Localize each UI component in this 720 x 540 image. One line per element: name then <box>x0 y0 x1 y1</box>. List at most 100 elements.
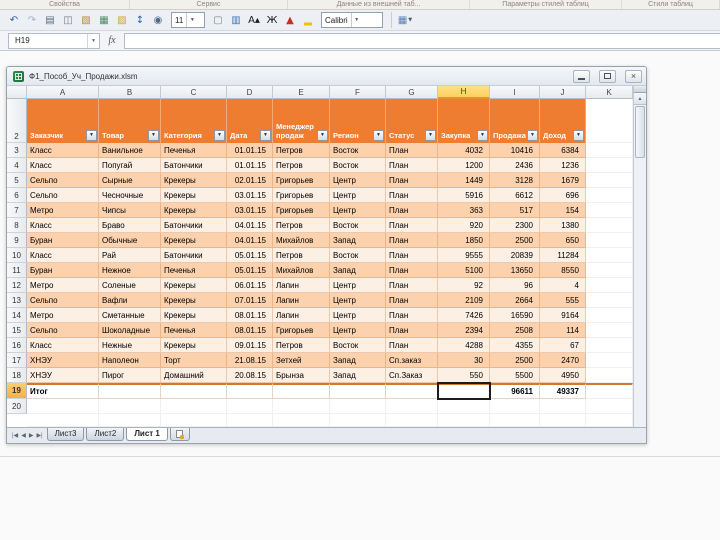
total-label-cell[interactable]: Итог <box>27 383 99 399</box>
column-header[interactable]: H <box>438 86 490 99</box>
cell-empty[interactable] <box>586 203 633 218</box>
cell-customer[interactable]: Класс <box>27 143 99 158</box>
cell-product[interactable]: Чипсы <box>99 203 161 218</box>
ribbon-group-label[interactable]: Параметры стилей таблиц <box>470 0 622 9</box>
cell-purchase[interactable]: 550 <box>438 368 490 383</box>
cell-empty[interactable] <box>586 323 633 338</box>
cell-income[interactable]: 11284 <box>540 248 586 263</box>
sheet-tab[interactable]: Лист2 <box>86 428 125 441</box>
column-header[interactable]: F <box>330 86 386 99</box>
cell-region[interactable]: Запад <box>330 368 386 383</box>
cell-product[interactable]: Сырные <box>99 173 161 188</box>
cell-manager[interactable]: Михайлов <box>273 233 330 248</box>
cell-purchase[interactable]: 920 <box>438 218 490 233</box>
cell-product[interactable]: Нежные <box>99 338 161 353</box>
cell-manager[interactable]: Петров <box>273 248 330 263</box>
border-color-icon[interactable]: ▲ <box>282 12 298 28</box>
cell-purchase[interactable]: 363 <box>438 203 490 218</box>
cell-empty[interactable] <box>586 338 633 353</box>
next-sheet-icon[interactable]: ▶ <box>29 432 34 439</box>
cell-product[interactable]: Пирог <box>99 368 161 383</box>
cell-customer[interactable]: Буран <box>27 233 99 248</box>
cell-region[interactable]: Запад <box>330 263 386 278</box>
cell-customer[interactable]: ХНЭУ <box>27 368 99 383</box>
cell-income[interactable]: 650 <box>540 233 586 248</box>
cell-category[interactable]: Крекеры <box>161 308 227 323</box>
grow-font-icon[interactable]: A▴ <box>246 12 262 28</box>
cell-empty[interactable] <box>586 353 633 368</box>
cell-category[interactable]: Батончики <box>161 158 227 173</box>
chevron-down-icon[interactable]: ▼ <box>350 13 362 27</box>
cell-empty[interactable] <box>161 383 227 399</box>
cell-customer[interactable]: Сельпо <box>27 323 99 338</box>
cell-purchase[interactable]: 5100 <box>438 263 490 278</box>
insert-sheet-tab[interactable] <box>169 428 190 441</box>
cell-customer[interactable]: ХНЭУ <box>27 353 99 368</box>
cell-empty[interactable] <box>586 99 633 143</box>
cell-region[interactable]: Восток <box>330 218 386 233</box>
zoom-icon[interactable]: ◉ <box>150 12 166 28</box>
cell-date[interactable]: 01.01.15 <box>227 143 273 158</box>
chart-icon[interactable]: ▥ <box>228 12 244 28</box>
table-header-cell[interactable]: Доход ▼ <box>540 99 586 143</box>
filter-dropdown-icon[interactable]: ▼ <box>477 130 488 141</box>
cell-category[interactable]: Торт <box>161 353 227 368</box>
table-header-cell[interactable]: Дата ▼ <box>227 99 273 143</box>
cell-date[interactable]: 03.01.15 <box>227 188 273 203</box>
cell-status[interactable]: План <box>386 338 438 353</box>
column-header[interactable]: G <box>386 86 438 99</box>
cell-manager[interactable]: Брынза <box>273 368 330 383</box>
cell-region[interactable]: Центр <box>330 278 386 293</box>
cell-category[interactable]: Крекеры <box>161 293 227 308</box>
cell-empty[interactable] <box>586 278 633 293</box>
cell-sales[interactable]: 3128 <box>490 173 540 188</box>
cell-customer[interactable]: Метро <box>27 308 99 323</box>
cell-product[interactable]: Наполеон <box>99 353 161 368</box>
cell-empty[interactable] <box>586 158 633 173</box>
cell-sales[interactable]: 2508 <box>490 323 540 338</box>
cell-empty[interactable] <box>586 188 633 203</box>
cell-date[interactable]: 08.01.15 <box>227 308 273 323</box>
cell-empty[interactable] <box>586 383 633 399</box>
cell-empty[interactable] <box>330 383 386 399</box>
table-header-cell[interactable]: Заказчик ▼ <box>27 99 99 143</box>
cell-category[interactable]: Крекеры <box>161 173 227 188</box>
bold-icon[interactable]: Ж <box>264 12 280 28</box>
split-handle[interactable] <box>634 86 646 93</box>
cell-empty[interactable] <box>227 383 273 399</box>
cell-purchase[interactable]: 4032 <box>438 143 490 158</box>
cell-empty[interactable] <box>586 173 633 188</box>
cell-category[interactable]: Печенья <box>161 143 227 158</box>
cell-date[interactable]: 04.01.15 <box>227 233 273 248</box>
cell-sales[interactable]: 2436 <box>490 158 540 173</box>
filter-dropdown-icon[interactable]: ▼ <box>86 130 97 141</box>
cell-product[interactable]: Сметанные <box>99 308 161 323</box>
chevron-down-icon[interactable]: ▼ <box>186 13 197 27</box>
cell-date[interactable]: 09.01.15 <box>227 338 273 353</box>
cell-manager[interactable]: Петров <box>273 218 330 233</box>
cell-date[interactable]: 03.01.15 <box>227 203 273 218</box>
cell-income[interactable]: 555 <box>540 293 586 308</box>
cell-manager[interactable]: Зетхей <box>273 353 330 368</box>
cell-customer[interactable]: Метро <box>27 278 99 293</box>
column-header[interactable]: E <box>273 86 330 99</box>
select-all-corner[interactable] <box>7 86 27 99</box>
filter-dropdown-icon[interactable]: ▼ <box>317 130 328 141</box>
cell-customer[interactable]: Класс <box>27 338 99 353</box>
table-header-cell[interactable]: Категория ▼ <box>161 99 227 143</box>
cell-manager[interactable]: Григорьев <box>273 188 330 203</box>
redo-icon[interactable]: ↷ <box>24 12 40 28</box>
insert-function-button[interactable]: fx <box>100 35 124 46</box>
cell-sales[interactable]: 96 <box>490 278 540 293</box>
cell-category[interactable]: Крекеры <box>161 188 227 203</box>
cell-status[interactable]: План <box>386 218 438 233</box>
row-header[interactable]: 2 <box>7 99 27 143</box>
scrollbar-thumb[interactable] <box>635 106 645 158</box>
table-style-icon[interactable]: ▦ ▼ <box>397 12 413 28</box>
cell-region[interactable]: Центр <box>330 188 386 203</box>
cell-manager[interactable]: Григорьев <box>273 203 330 218</box>
cell-status[interactable]: План <box>386 323 438 338</box>
row-header[interactable]: 6 <box>7 188 27 203</box>
minimize-button[interactable] <box>573 69 590 83</box>
first-sheet-icon[interactable]: |◀ <box>12 432 18 439</box>
